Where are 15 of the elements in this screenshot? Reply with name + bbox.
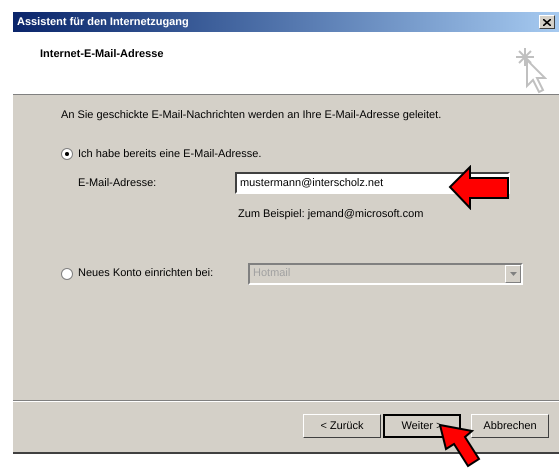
caret-icon: [510, 272, 516, 276]
window-title: Assistent für den Internetzugang: [17, 14, 189, 30]
wizard-button[interactable]: < Zurück: [303, 414, 381, 438]
intro-text: An Sie geschickte E-Mail-Nachrichten werden an Ihre E-Mail-Adresse geleitet.: [61, 108, 442, 123]
option-label[interactable]: Ich habe bereits eine E-Mail-Adresse.: [78, 146, 262, 162]
radio-button[interactable]: [61, 268, 73, 280]
page-title: Internet-E-Mail-Adresse: [40, 47, 164, 62]
close-button[interactable]: [539, 15, 555, 29]
close-icon: [543, 18, 551, 26]
option-label[interactable]: Neues Konto einrichten bei:: [78, 265, 214, 282]
example-text: Zum Beispiel: jemand@microsoft.com: [237, 207, 424, 222]
field-label: E-Mail-Adresse:: [78, 176, 158, 191]
wizard-button[interactable]: Abbrechen: [471, 414, 549, 438]
radio-button[interactable]: [61, 148, 73, 160]
arrow-pointer: [448, 165, 510, 210]
